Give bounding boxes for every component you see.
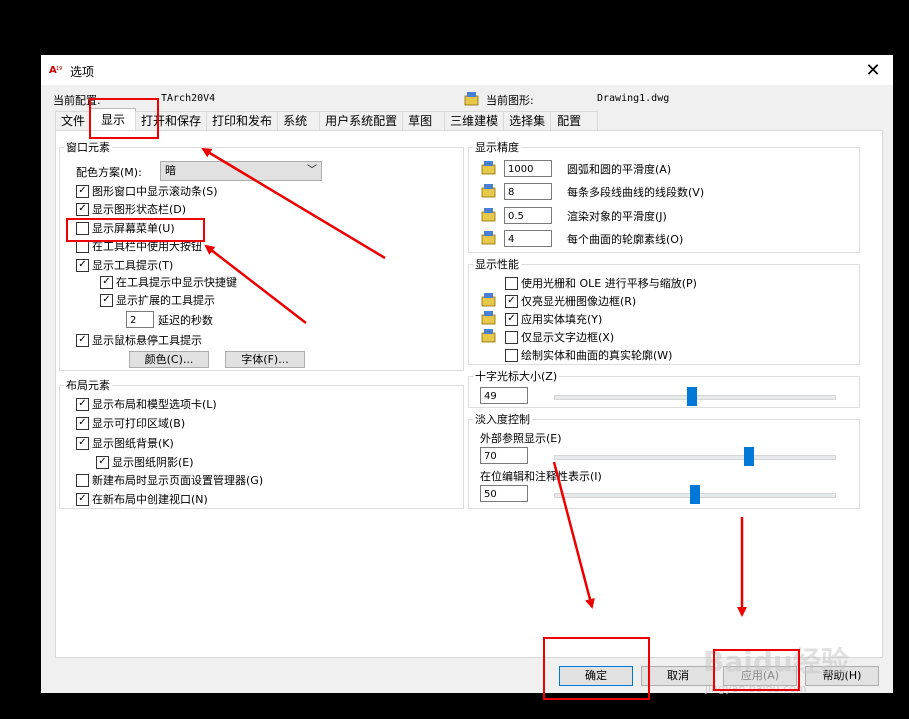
annotation-arrows [201, 147, 747, 617]
annotation-arrow [552, 461, 595, 609]
annotation-arrow [204, 244, 307, 324]
annotation-arrow [201, 147, 386, 260]
